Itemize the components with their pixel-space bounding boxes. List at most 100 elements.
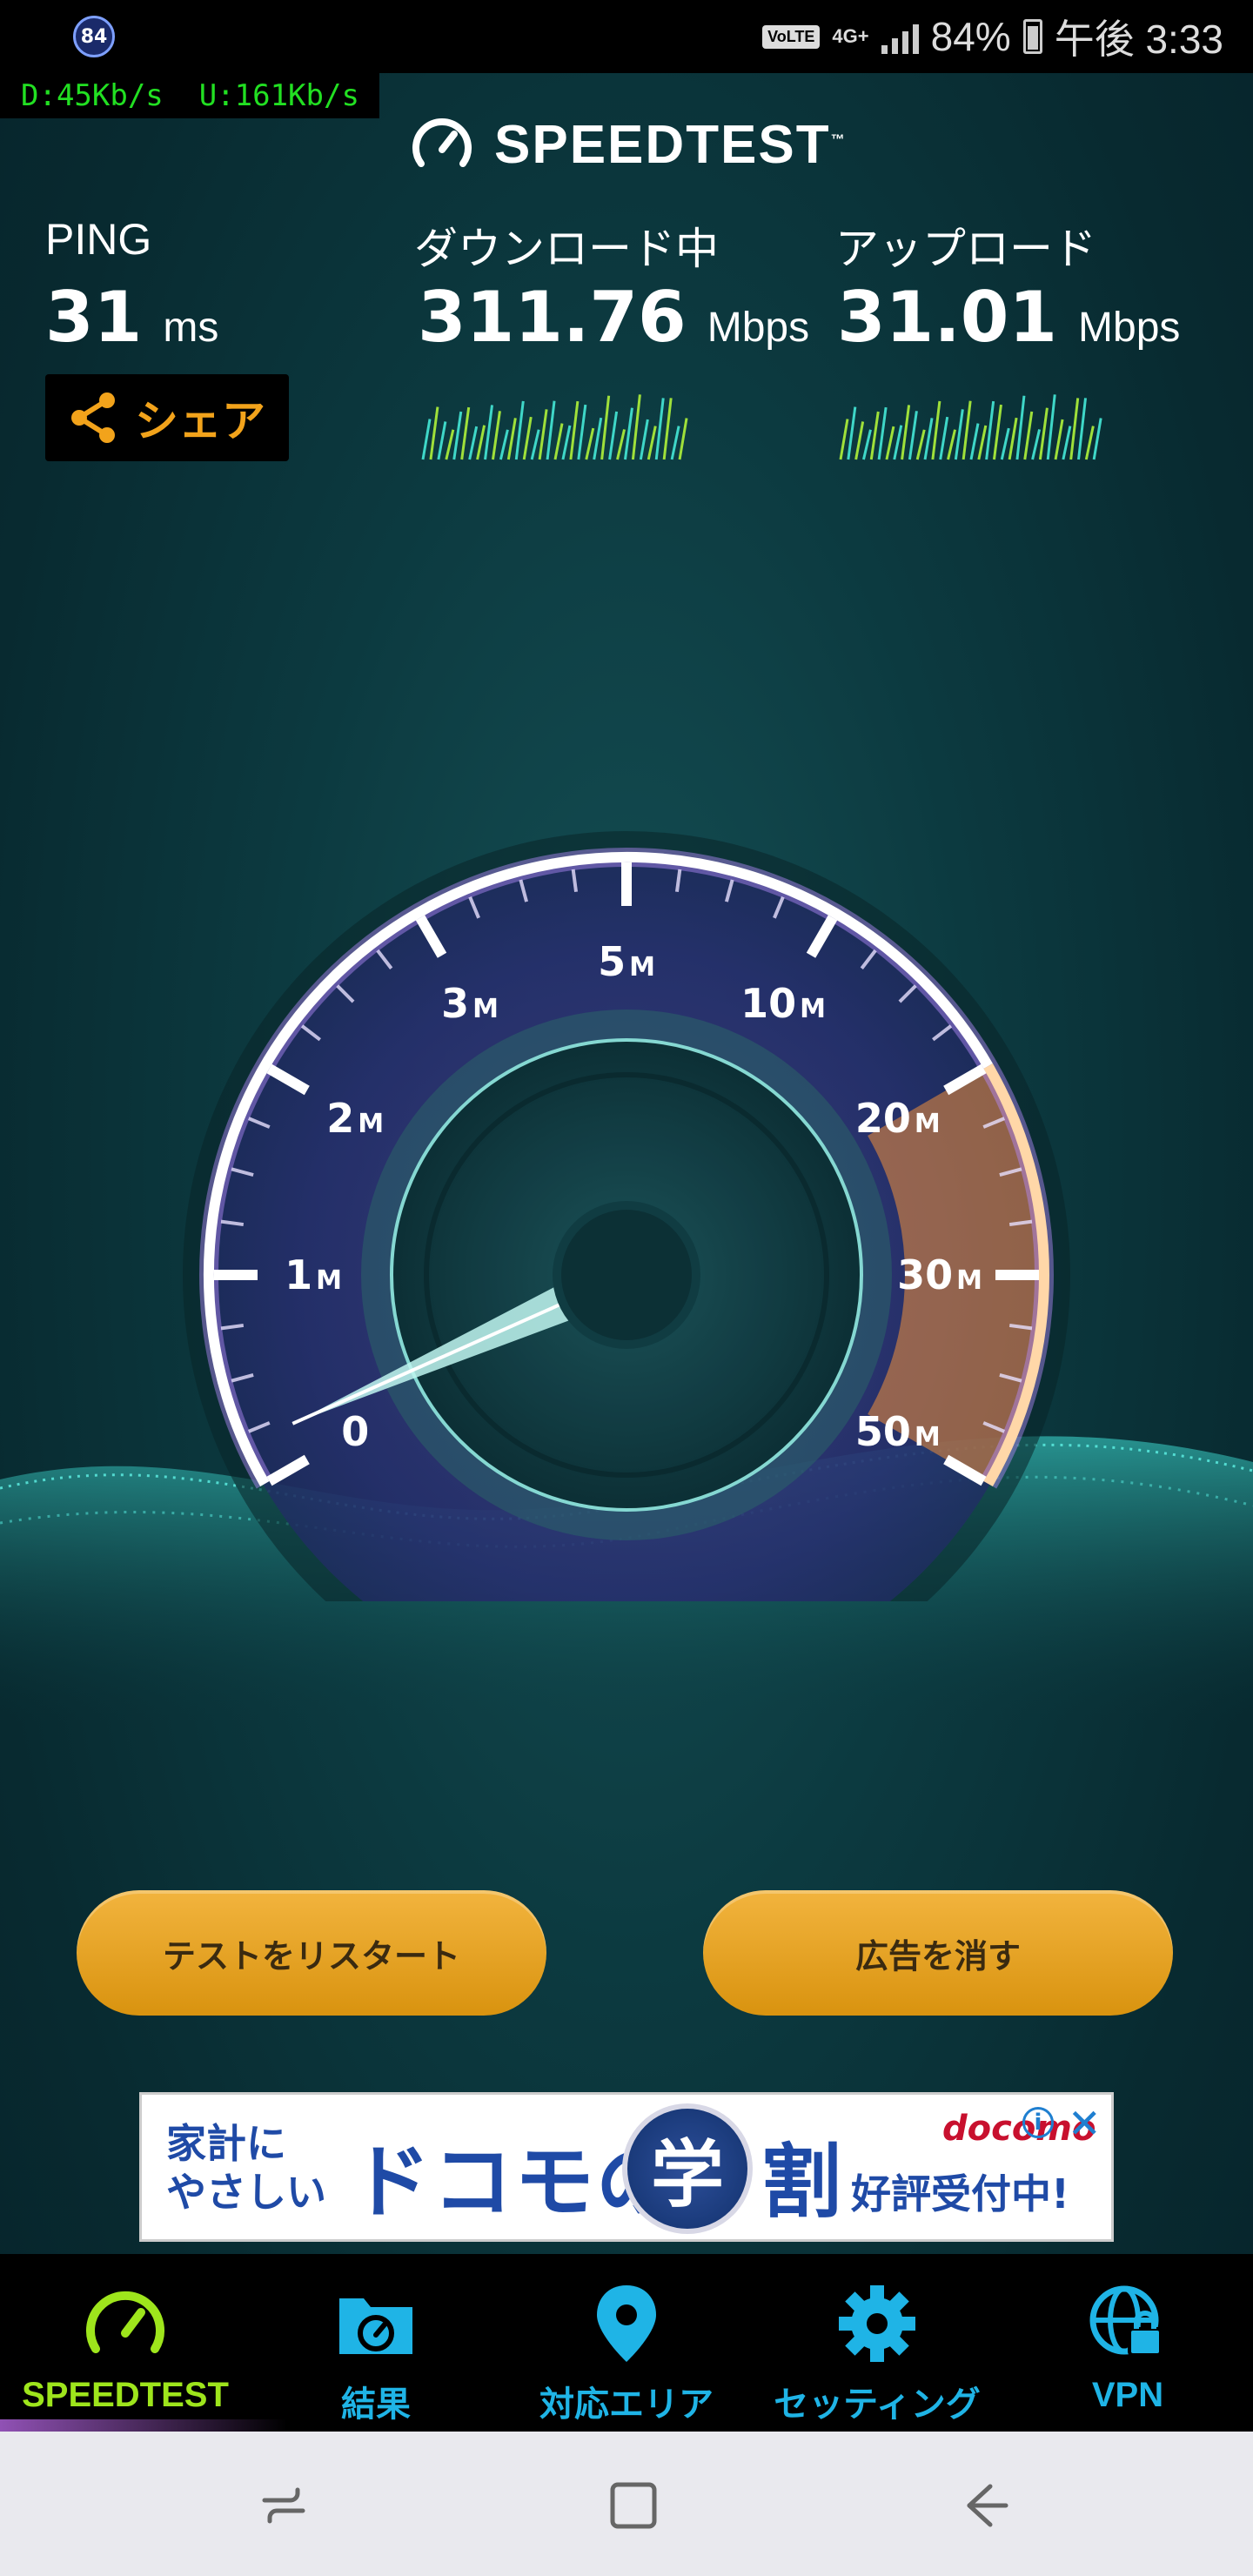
notification-badge: 84 [73, 16, 115, 57]
sparkline-bar [862, 429, 872, 460]
upload-unit: Mbps [1078, 305, 1181, 351]
sparkline-bar [600, 395, 611, 460]
download-label: ダウンロード中 [414, 225, 719, 273]
sparkline-bar [885, 426, 895, 460]
sparkline-bar [908, 411, 918, 460]
gear-tooth [901, 2317, 915, 2331]
sparkline-bar [1084, 426, 1095, 460]
sparkline-bar [678, 418, 688, 460]
ad-left-text: 家計に やさしい [166, 2120, 326, 2216]
sparkline-bar [623, 407, 633, 460]
sparkline-bar [1008, 417, 1018, 460]
nav-active-indicator [0, 2419, 287, 2432]
sparkline-bar [954, 409, 964, 460]
home-button[interactable] [599, 2475, 668, 2536]
back-button[interactable] [948, 2475, 1018, 2536]
recents-button[interactable] [249, 2475, 318, 2536]
sparkline-bar [553, 423, 564, 460]
app-title: SPEEDTEST™ [494, 114, 847, 175]
sparkline-bar [616, 429, 626, 460]
nav-coverage-area[interactable]: 対応エリア [501, 2254, 752, 2432]
sparkline-bar [593, 417, 603, 460]
speed-gauge: 01 M2 M3 M5 M10 M20 M30 M50 M [183, 831, 1070, 1601]
sparkline-bar [569, 400, 580, 460]
signal-icon [881, 19, 919, 54]
remove-ads-button[interactable]: 広告を消す [703, 1890, 1173, 2016]
nav-settings-label: セッティング [774, 2385, 981, 2424]
sparkline-bar [639, 419, 649, 460]
sparkline-bar [854, 421, 865, 460]
download-unit: Mbps [707, 305, 810, 351]
sparkline-bar [893, 425, 903, 460]
sparkline-bar [1062, 426, 1072, 460]
nav-results-label: 結果 [341, 2385, 411, 2424]
sparkline-bar [1038, 407, 1049, 460]
results-folder-icon [339, 2298, 412, 2354]
sparkline-bar [1054, 419, 1064, 460]
sparkline-bar [468, 426, 479, 460]
sparkline-bar [1046, 394, 1056, 460]
sparkline-bar [577, 404, 587, 460]
upload-sparkline [839, 394, 1102, 460]
share-button[interactable]: シェア [45, 374, 289, 461]
sparkline-bar [647, 426, 657, 460]
sparkline-bar [962, 400, 972, 460]
sparkline-bar [654, 398, 665, 460]
volte-indicator: VoLTE [762, 24, 821, 49]
map-pin-icon [597, 2285, 656, 2362]
sparkline-bar [1069, 398, 1080, 460]
sparkline-bar [839, 419, 849, 460]
gear-icon [839, 2285, 915, 2362]
restart-test-label: テストをリスタート [162, 1936, 460, 1976]
ad-banner[interactable]: 家計に やさしい ドコモの 学 割 好評受付中! docomo i ✕ [139, 2092, 1114, 2242]
ping-value-row: 31 ms [45, 277, 218, 358]
sparkline-bar [445, 429, 455, 460]
upload-label: アップロード [835, 225, 1096, 273]
sparkline-bar [985, 400, 995, 460]
sparkline-bar [901, 405, 911, 460]
nav-coverage-area-label: 対応エリア [539, 2385, 714, 2424]
sparkline-bar [939, 416, 949, 460]
sparkline-bar [514, 400, 525, 460]
remove-ads-label: 広告を消す [854, 1936, 1021, 1976]
nav-vpn[interactable]: VPN [1002, 2254, 1253, 2432]
sparkline-bar [585, 427, 595, 460]
sparkline-bar [1000, 427, 1010, 460]
speedometer-icon [86, 2291, 164, 2353]
sparkline-bar [608, 411, 619, 460]
sparkline-bar [1023, 411, 1034, 460]
sparkline-bar [947, 429, 956, 460]
sparkline-bar [538, 409, 548, 460]
sparkline-bar [460, 406, 471, 460]
sparkline-bar [923, 418, 934, 460]
ad-close-icon[interactable]: ✕ [1068, 2100, 1102, 2147]
sparkline-bar [631, 394, 641, 460]
ad-info-icon[interactable]: i [1022, 2107, 1054, 2138]
nav-results[interactable]: 結果 [251, 2254, 501, 2432]
nav-speedtest[interactable]: SPEEDTEST [0, 2254, 251, 2432]
gear-tooth [870, 2285, 884, 2299]
sparkline-bar [877, 406, 888, 460]
sparkline-bar [670, 426, 680, 460]
share-icon [71, 392, 115, 443]
sparkline-bar [869, 411, 880, 460]
gear-tooth [870, 2348, 884, 2362]
upload-value: 31.01 [837, 277, 1058, 358]
restart-test-button[interactable]: テストをリスタート [77, 1890, 546, 2016]
app-logo: SPEEDTEST™ [409, 110, 847, 179]
nav-speedtest-label: SPEEDTEST [22, 2376, 229, 2414]
sparkline-bar [1031, 429, 1042, 460]
sparkline-bar [437, 421, 447, 460]
download-sparkline [421, 394, 688, 460]
sparkline-bar [452, 411, 463, 460]
gauge-tick-label: 0 [341, 1408, 369, 1455]
sparkline-bar [1077, 398, 1088, 460]
battery-percent: 84% [930, 14, 1011, 59]
sparkline-bar [476, 425, 486, 460]
nav-settings[interactable]: セッティング [752, 2254, 1002, 2432]
sparkline-bar [969, 423, 980, 460]
recents-icon [262, 2487, 305, 2524]
ping-unit: ms [163, 305, 219, 351]
bottom-navigation: SPEEDTEST 結果 対応エリア セッティング VPN [0, 2254, 1253, 2432]
ping-label: PING [45, 215, 152, 264]
